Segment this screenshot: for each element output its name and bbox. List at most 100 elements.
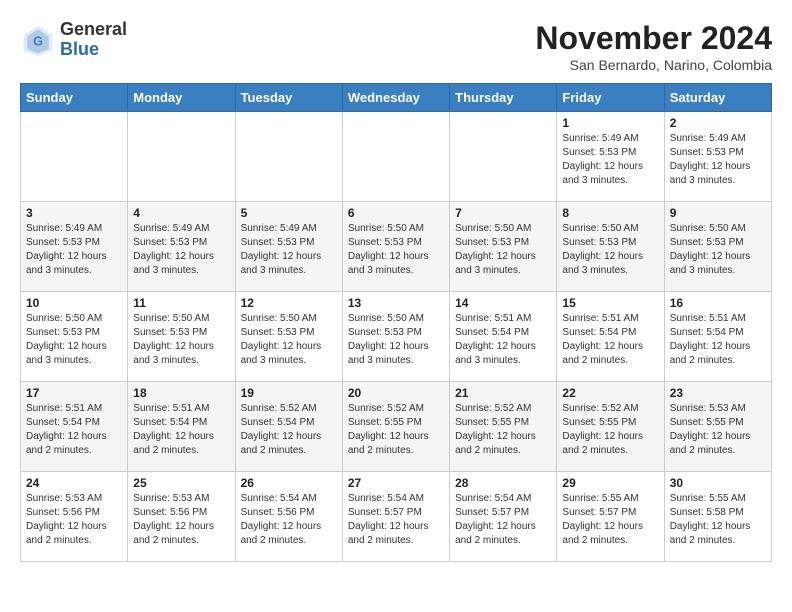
day-number: 7	[455, 206, 551, 220]
calendar-cell: 1 Sunrise: 5:49 AM Sunset: 5:53 PM Daylig…	[557, 112, 664, 202]
day-header-sunday: Sunday	[21, 84, 128, 112]
page-header: G General Blue November 2024 San Bernard…	[20, 20, 772, 73]
day-number: 19	[241, 386, 337, 400]
day-info: Sunrise: 5:54 AM Sunset: 5:57 PM Dayligh…	[348, 492, 444, 548]
day-info: Sunrise: 5:49 AM Sunset: 5:53 PM Dayligh…	[26, 222, 122, 278]
day-number: 18	[133, 386, 229, 400]
day-info: Sunrise: 5:51 AM Sunset: 5:54 PM Dayligh…	[455, 312, 551, 368]
day-number: 10	[26, 296, 122, 310]
day-number: 16	[670, 296, 766, 310]
calendar-cell: 29 Sunrise: 5:55 AM Sunset: 5:57 PM Dayli…	[557, 472, 664, 562]
day-number: 2	[670, 116, 766, 130]
day-number: 5	[241, 206, 337, 220]
calendar-week-3: 10 Sunrise: 5:50 AM Sunset: 5:53 PM Dayli…	[21, 292, 772, 382]
day-info: Sunrise: 5:52 AM Sunset: 5:54 PM Dayligh…	[241, 402, 337, 458]
logo-blue: Blue	[60, 39, 99, 59]
calendar-cell: 13 Sunrise: 5:50 AM Sunset: 5:53 PM Dayli…	[342, 292, 449, 382]
calendar-cell: 20 Sunrise: 5:52 AM Sunset: 5:55 PM Dayli…	[342, 382, 449, 472]
day-info: Sunrise: 5:51 AM Sunset: 5:54 PM Dayligh…	[670, 312, 766, 368]
calendar-body: 1 Sunrise: 5:49 AM Sunset: 5:53 PM Daylig…	[21, 112, 772, 562]
day-info: Sunrise: 5:49 AM Sunset: 5:53 PM Dayligh…	[670, 132, 766, 188]
calendar-cell: 4 Sunrise: 5:49 AM Sunset: 5:53 PM Daylig…	[128, 202, 235, 292]
day-number: 3	[26, 206, 122, 220]
day-info: Sunrise: 5:54 AM Sunset: 5:56 PM Dayligh…	[241, 492, 337, 548]
calendar-cell: 24Sunrise: 5:53 AM Sunset: 5:56 PM Dayli…	[21, 472, 128, 562]
day-info: Sunrise: 5:53 AM Sunset: 5:55 PM Dayligh…	[670, 402, 766, 458]
calendar-cell: 10 Sunrise: 5:50 AM Sunset: 5:53 PM Dayli…	[21, 292, 128, 382]
day-number: 6	[348, 206, 444, 220]
calendar-cell	[235, 112, 342, 202]
day-number: 20	[348, 386, 444, 400]
day-header-thursday: Thursday	[450, 84, 557, 112]
calendar-cell	[128, 112, 235, 202]
calendar-week-5: 24Sunrise: 5:53 AM Sunset: 5:56 PM Dayli…	[21, 472, 772, 562]
day-info: Sunrise: 5:50 AM Sunset: 5:53 PM Dayligh…	[455, 222, 551, 278]
svg-text:G: G	[33, 34, 43, 48]
day-number: 29	[562, 476, 658, 490]
day-info: Sunrise: 5:49 AM Sunset: 5:53 PM Dayligh…	[562, 132, 658, 188]
calendar-cell: 2 Sunrise: 5:49 AM Sunset: 5:53 PM Daylig…	[664, 112, 771, 202]
logo-text: General Blue	[60, 20, 127, 60]
day-number: 21	[455, 386, 551, 400]
calendar-cell: 9Sunrise: 5:50 AM Sunset: 5:53 PM Daylig…	[664, 202, 771, 292]
calendar-cell: 26 Sunrise: 5:54 AM Sunset: 5:56 PM Dayli…	[235, 472, 342, 562]
day-header-wednesday: Wednesday	[342, 84, 449, 112]
logo-icon: G	[20, 22, 56, 58]
calendar-cell: 22Sunrise: 5:52 AM Sunset: 5:55 PM Dayli…	[557, 382, 664, 472]
calendar-cell: 6 Sunrise: 5:50 AM Sunset: 5:53 PM Daylig…	[342, 202, 449, 292]
day-info: Sunrise: 5:55 AM Sunset: 5:57 PM Dayligh…	[562, 492, 658, 548]
calendar-cell: 17 Sunrise: 5:51 AM Sunset: 5:54 PM Dayli…	[21, 382, 128, 472]
calendar-cell: 23Sunrise: 5:53 AM Sunset: 5:55 PM Dayli…	[664, 382, 771, 472]
day-number: 9	[670, 206, 766, 220]
calendar-cell: 11Sunrise: 5:50 AM Sunset: 5:53 PM Dayli…	[128, 292, 235, 382]
day-header-friday: Friday	[557, 84, 664, 112]
day-info: Sunrise: 5:50 AM Sunset: 5:53 PM Dayligh…	[562, 222, 658, 278]
calendar-cell: 30 Sunrise: 5:55 AM Sunset: 5:58 PM Dayli…	[664, 472, 771, 562]
calendar-week-1: 1 Sunrise: 5:49 AM Sunset: 5:53 PM Daylig…	[21, 112, 772, 202]
day-header-saturday: Saturday	[664, 84, 771, 112]
calendar-cell: 14Sunrise: 5:51 AM Sunset: 5:54 PM Dayli…	[450, 292, 557, 382]
month-title: November 2024	[535, 20, 772, 57]
calendar-cell: 28 Sunrise: 5:54 AM Sunset: 5:57 PM Dayli…	[450, 472, 557, 562]
calendar-week-2: 3 Sunrise: 5:49 AM Sunset: 5:53 PM Daylig…	[21, 202, 772, 292]
day-number: 15	[562, 296, 658, 310]
header-row: SundayMondayTuesdayWednesdayThursdayFrid…	[21, 84, 772, 112]
day-number: 4	[133, 206, 229, 220]
day-info: Sunrise: 5:55 AM Sunset: 5:58 PM Dayligh…	[670, 492, 766, 548]
day-info: Sunrise: 5:54 AM Sunset: 5:57 PM Dayligh…	[455, 492, 551, 548]
calendar-cell: 27 Sunrise: 5:54 AM Sunset: 5:57 PM Dayli…	[342, 472, 449, 562]
day-info: Sunrise: 5:50 AM Sunset: 5:53 PM Dayligh…	[348, 222, 444, 278]
day-header-tuesday: Tuesday	[235, 84, 342, 112]
day-number: 8	[562, 206, 658, 220]
calendar-cell: 19 Sunrise: 5:52 AM Sunset: 5:54 PM Dayli…	[235, 382, 342, 472]
day-number: 30	[670, 476, 766, 490]
day-info: Sunrise: 5:51 AM Sunset: 5:54 PM Dayligh…	[26, 402, 122, 458]
day-number: 12	[241, 296, 337, 310]
day-info: Sunrise: 5:51 AM Sunset: 5:54 PM Dayligh…	[133, 402, 229, 458]
day-number: 25	[133, 476, 229, 490]
location-subtitle: San Bernardo, Narino, Colombia	[535, 57, 772, 73]
day-number: 28	[455, 476, 551, 490]
calendar-cell: 15 Sunrise: 5:51 AM Sunset: 5:54 PM Dayli…	[557, 292, 664, 382]
day-info: Sunrise: 5:51 AM Sunset: 5:54 PM Dayligh…	[562, 312, 658, 368]
day-number: 27	[348, 476, 444, 490]
day-info: Sunrise: 5:52 AM Sunset: 5:55 PM Dayligh…	[348, 402, 444, 458]
day-number: 13	[348, 296, 444, 310]
day-info: Sunrise: 5:52 AM Sunset: 5:55 PM Dayligh…	[455, 402, 551, 458]
day-header-monday: Monday	[128, 84, 235, 112]
calendar-cell: 16 Sunrise: 5:51 AM Sunset: 5:54 PM Dayli…	[664, 292, 771, 382]
calendar-cell: 5Sunrise: 5:49 AM Sunset: 5:53 PM Daylig…	[235, 202, 342, 292]
day-number: 24	[26, 476, 122, 490]
day-info: Sunrise: 5:49 AM Sunset: 5:53 PM Dayligh…	[133, 222, 229, 278]
day-info: Sunrise: 5:50 AM Sunset: 5:53 PM Dayligh…	[348, 312, 444, 368]
calendar-cell: 12 Sunrise: 5:50 AM Sunset: 5:53 PM Dayli…	[235, 292, 342, 382]
day-number: 26	[241, 476, 337, 490]
day-info: Sunrise: 5:50 AM Sunset: 5:53 PM Dayligh…	[241, 312, 337, 368]
calendar-header: SundayMondayTuesdayWednesdayThursdayFrid…	[21, 84, 772, 112]
day-number: 11	[133, 296, 229, 310]
day-number: 1	[562, 116, 658, 130]
title-block: November 2024 San Bernardo, Narino, Colo…	[535, 20, 772, 73]
calendar-cell: 25Sunrise: 5:53 AM Sunset: 5:56 PM Dayli…	[128, 472, 235, 562]
day-number: 17	[26, 386, 122, 400]
day-info: Sunrise: 5:50 AM Sunset: 5:53 PM Dayligh…	[26, 312, 122, 368]
